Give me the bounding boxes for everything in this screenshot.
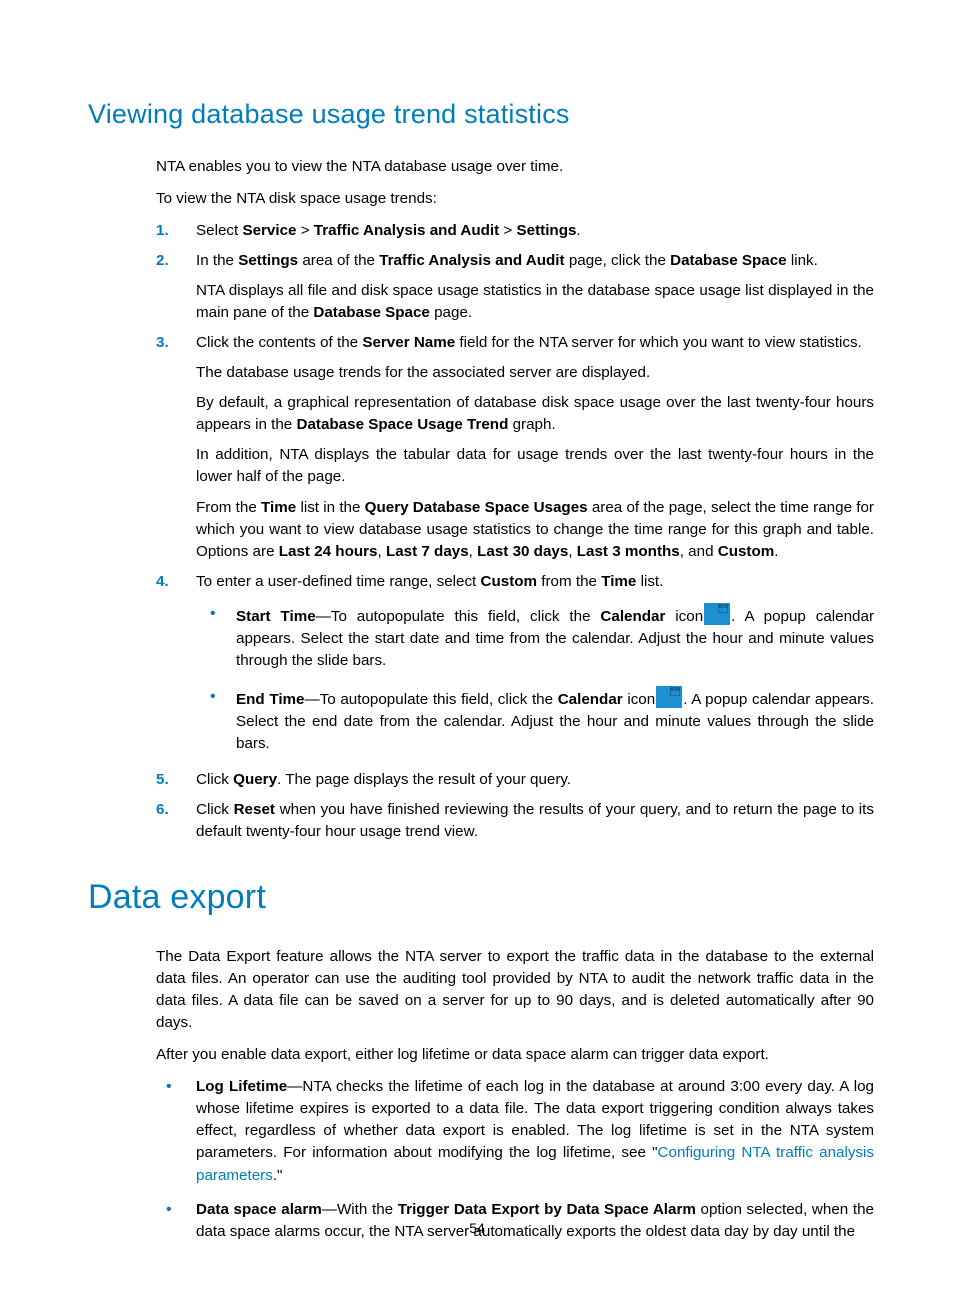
step-text: Select Service > Traffic Analysis and Au… — [196, 220, 874, 242]
section-heading-data-export: Data export — [88, 873, 874, 922]
step-text: Click Query. The page displays the resul… — [196, 769, 874, 791]
step-number: 6. — [156, 799, 169, 821]
bullet-start-time: Start Time—To autopopulate this field, c… — [196, 603, 874, 672]
step-1: 1. Select Service > Traffic Analysis and… — [156, 220, 874, 242]
step-text: To enter a user-defined time range, sele… — [196, 571, 874, 593]
step-text: NTA displays all file and disk space usa… — [196, 280, 874, 324]
section-heading-viewing: Viewing database usage trend statistics — [88, 95, 874, 134]
export-para-2: After you enable data export, either log… — [156, 1044, 874, 1066]
page-content: Viewing database usage trend statistics … — [88, 95, 874, 1255]
bullet-end-time: End Time—To autopopulate this field, cli… — [196, 686, 874, 755]
export-para-1: The Data Export feature allows the NTA s… — [156, 946, 874, 1034]
calendar-icon — [656, 686, 682, 708]
intro-para-2: To view the NTA disk space usage trends: — [156, 188, 874, 210]
step-5: 5. Click Query. The page displays the re… — [156, 769, 874, 791]
bullet-log-lifetime: Log Lifetime—NTA checks the lifetime of … — [156, 1076, 874, 1186]
intro-para-1: NTA enables you to view the NTA database… — [156, 156, 874, 178]
step-text: Click the contents of the Server Name fi… — [196, 332, 874, 354]
page-number: 54 — [0, 1218, 954, 1238]
step-text: From the Time list in the Query Database… — [196, 497, 874, 563]
step-3: 3. Click the contents of the Server Name… — [156, 332, 874, 562]
step-6: 6. Click Reset when you have finished re… — [156, 799, 874, 843]
calendar-icon — [704, 603, 730, 625]
step-number: 5. — [156, 769, 169, 791]
step-text: In the Settings area of the Traffic Anal… — [196, 250, 874, 272]
step-text: In addition, NTA displays the tabular da… — [196, 444, 874, 488]
step-text: The database usage trends for the associ… — [196, 362, 874, 384]
sub-bullets: Start Time—To autopopulate this field, c… — [196, 603, 874, 755]
step-text: By default, a graphical representation o… — [196, 392, 874, 436]
step-number: 4. — [156, 571, 169, 593]
step-number: 3. — [156, 332, 169, 354]
step-number: 1. — [156, 220, 169, 242]
step-text: Click Reset when you have finished revie… — [196, 799, 874, 843]
step-4: 4. To enter a user-defined time range, s… — [156, 571, 874, 755]
step-number: 2. — [156, 250, 169, 272]
steps-list: 1. Select Service > Traffic Analysis and… — [156, 220, 874, 843]
step-2: 2. In the Settings area of the Traffic A… — [156, 250, 874, 324]
